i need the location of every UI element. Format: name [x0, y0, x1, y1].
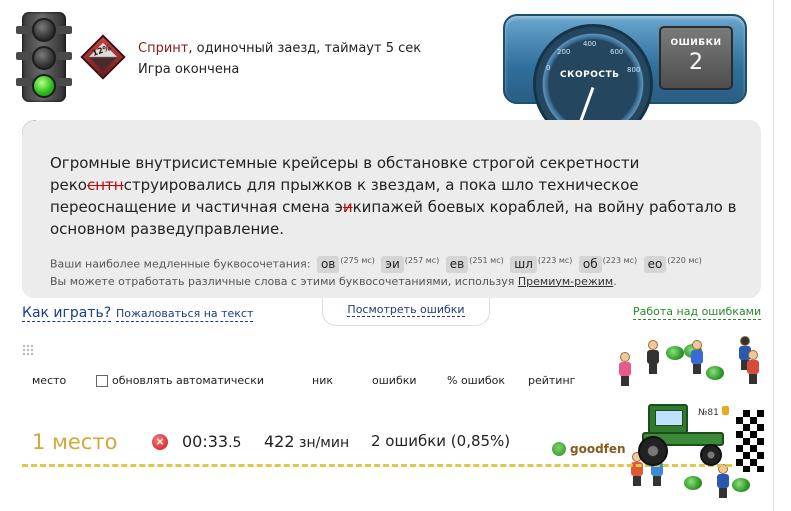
header-place: место [32, 374, 67, 387]
combo-badge: шл [510, 255, 537, 273]
how-to-play-link[interactable]: Как играть? [22, 305, 112, 322]
combo-badge: ео [643, 255, 667, 273]
result-time: 00:33.5 [182, 432, 241, 451]
nick-text[interactable]: goodfen [570, 442, 626, 456]
combo-badge: об [578, 255, 602, 273]
error-x-icon: × [152, 434, 168, 450]
view-errors-tab[interactable]: Посмотреть ошибки [322, 298, 490, 326]
spectator-icon [716, 464, 730, 498]
complain-link[interactable]: Пожаловаться на текст [116, 307, 254, 322]
spectator-icon [690, 340, 704, 374]
time-main: 00:33 [182, 432, 229, 451]
view-errors-link[interactable]: Посмотреть ошибки [347, 303, 465, 317]
errors-label: ОШИБКИ [670, 38, 722, 48]
gauge-tick: 400 [583, 40, 597, 48]
combo-badge: ов [316, 255, 340, 273]
red-lamp-icon [32, 18, 56, 42]
drag-handle-icon[interactable] [22, 344, 34, 356]
combo-ms: (251 мс) [469, 256, 504, 265]
auto-update-toggle[interactable]: обновлять автоматически [96, 374, 264, 387]
slow-combos-label: Ваши наиболее медленные буквосочетания: [50, 257, 311, 271]
combo-badge: эи [381, 255, 404, 273]
header-percent: % ошибок [447, 374, 506, 387]
result-errors: 2 ошибки (0,85%) [371, 432, 510, 450]
errors-counter: ОШИБКИ 2 [659, 26, 733, 90]
medal-icon [722, 406, 729, 415]
track-line [22, 464, 732, 467]
race-mode-link[interactable]: Спринт [138, 41, 188, 56]
combo-ms: (275 мс) [340, 256, 375, 265]
auto-update-label: обновлять автоматически [112, 374, 265, 387]
combo-ms: (223 мс) [602, 256, 638, 265]
speed-value: 422 [264, 432, 295, 451]
bush-icon [666, 346, 684, 360]
gauge-tick: 600 [610, 48, 624, 56]
speed-unit: зн/мин [294, 435, 350, 451]
difficulty-badge-icon: 12% [80, 34, 126, 80]
dashboard-panel: 0 200 400 600 800 СКОРОСТЬ ОШИБКИ 2 [503, 14, 747, 144]
gauge-tick: 800 [627, 66, 641, 74]
traffic-light-icon [16, 12, 72, 102]
typing-text-panel: Огромные внутрисистемные крейсеры в обст… [22, 120, 761, 298]
speedometer-icon: 0 200 400 600 800 СКОРОСТЬ [533, 24, 653, 144]
combo-ms: (220 мс) [667, 256, 702, 265]
yellow-lamp-icon [32, 46, 56, 70]
slow-combinations: Ваши наиболее медленные буквосочетания: … [50, 252, 702, 290]
combo-ms: (257 мс) [404, 256, 440, 265]
finish-flag-icon [736, 410, 764, 472]
premium-mode-link[interactable]: Премиум-режим [518, 275, 613, 288]
tractor-car-icon: №81 [636, 404, 729, 466]
bush-icon [732, 478, 750, 492]
practice-end: . [613, 274, 617, 288]
combo-ms: (223 мс) [537, 256, 573, 265]
race-status: Игра окончена [138, 62, 240, 77]
result-speed: 422 зн/мин [264, 432, 349, 451]
bush-icon [684, 476, 702, 490]
speed-title: СКОРОСТЬ [560, 70, 620, 80]
combo-badge: ев [445, 255, 469, 273]
player-nick[interactable]: goodfen [552, 442, 626, 456]
header-rating: рейтинг [528, 374, 576, 387]
panel-corner [22, 120, 36, 134]
spectator-icon [618, 352, 632, 386]
result-place: 1 место [32, 430, 118, 454]
green-lamp-icon [32, 74, 56, 98]
race-details: , одиночный заезд, таймаут 5 сек [188, 41, 422, 56]
work-on-errors-link[interactable]: Работа над ошибками [633, 305, 762, 320]
car-number: №81 [698, 408, 719, 418]
error-segment: снтн [87, 176, 124, 194]
spectator-icon [646, 340, 660, 374]
practice-text: Вы можете отработать различные слова с э… [50, 274, 518, 288]
typed-text: Огромные внутрисистемные крейсеры в обст… [50, 152, 740, 240]
race-info: Спринт, одиночный заезд, таймаут 5 сек И… [138, 38, 421, 80]
avatar-icon [552, 442, 566, 456]
sidebar-edge [773, 0, 774, 511]
time-fraction: .5 [228, 435, 242, 451]
spectator-icon [746, 350, 760, 384]
header-errors: ошибки [372, 374, 417, 387]
bush-icon [706, 366, 724, 380]
errors-count: 2 ошибки [371, 432, 447, 450]
errors-percent: (0,85%) [446, 432, 511, 450]
errors-value: 2 [689, 50, 703, 75]
gauge-tick: 200 [557, 48, 571, 56]
gauge-tick: 0 [546, 64, 551, 72]
auto-update-checkbox[interactable] [96, 374, 108, 387]
error-segment: и [342, 198, 353, 216]
header-nick: ник [312, 374, 333, 387]
